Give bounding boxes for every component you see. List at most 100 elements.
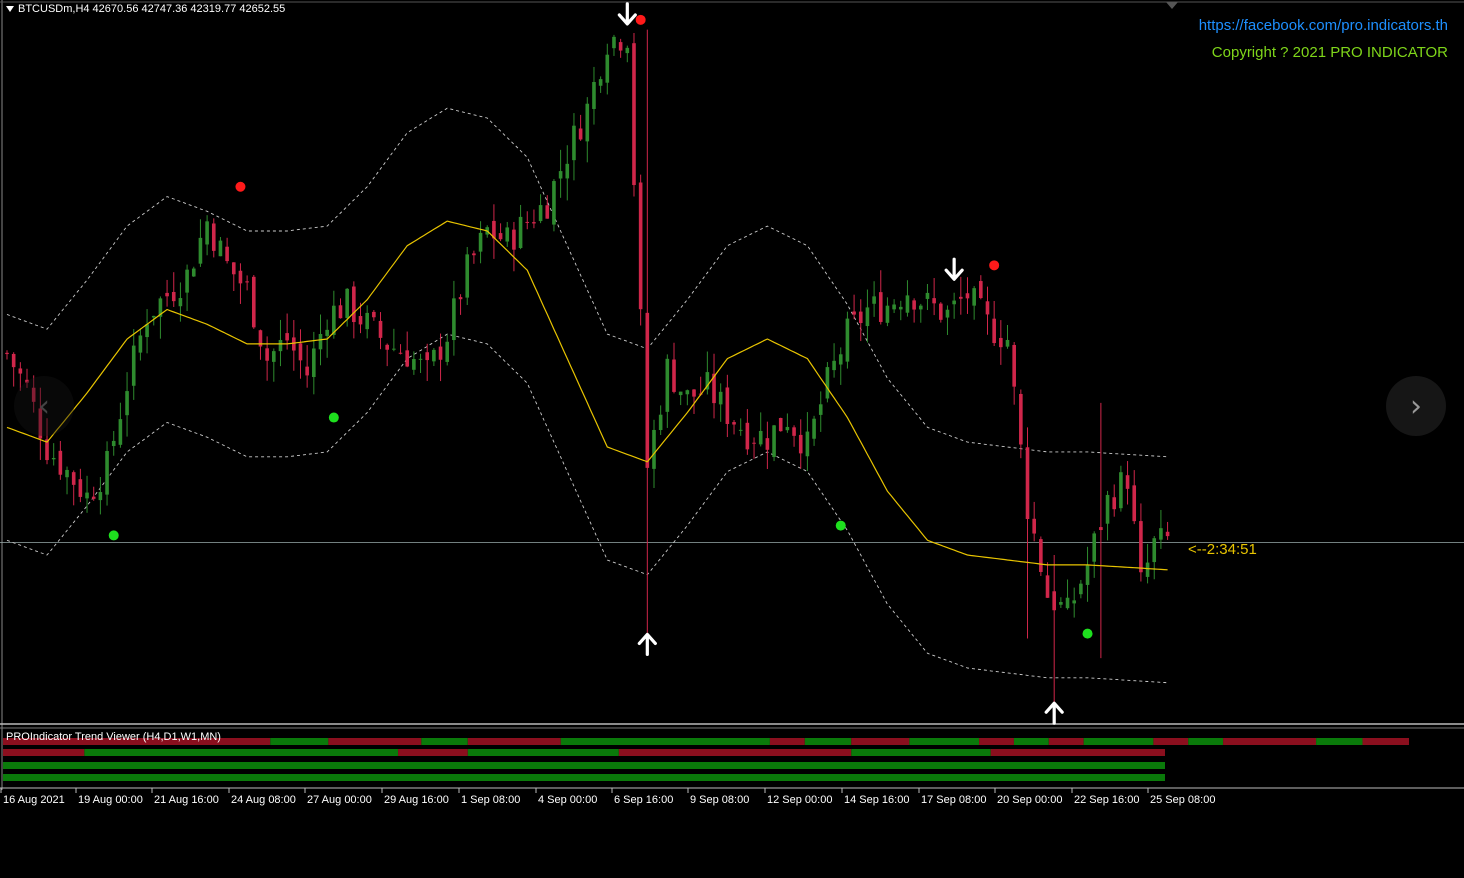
candle-body [198,237,203,264]
candle-body [405,350,409,367]
middle-trend-line [6,220,1168,571]
trend-viewer-segment-d1 [990,749,1165,756]
subwindow-title: PROIndicator Trend Viewer (H4,D1,W1,MN) [6,731,221,743]
sell-signal-dot [635,14,646,25]
trend-viewer-segment-h4 [979,738,1014,745]
sell-arrow-icon [944,257,964,281]
next-arrow-icon[interactable]: › [1386,376,1446,436]
candle-body [312,348,316,378]
candle-body [658,414,663,431]
candle-body [538,205,543,222]
candle-body [685,390,690,395]
candle-body [1012,344,1016,387]
candle-body [959,296,963,299]
candle-body [98,492,103,501]
candle-body [918,305,923,310]
buy-signal-dot [835,520,846,531]
candle-body [458,297,463,300]
candle-body [125,391,129,416]
facebook-link[interactable]: https://facebook.com/pro.indicators.th [1199,17,1448,34]
buy-arrow-icon [637,632,657,657]
candle-body [925,292,930,299]
candle-body [1139,521,1143,573]
candle-body [71,472,76,485]
candle-body [1132,485,1137,522]
sell-arrow-icon [617,2,637,26]
candle-body [592,82,596,109]
candle-body [939,303,943,320]
trend-viewer-segment-h4 [467,738,561,745]
previous-arrow-icon[interactable]: ‹ [14,376,74,436]
next-glyph: › [1410,388,1422,424]
candle-body [318,334,323,350]
candle-body [952,300,956,305]
candle-body [552,181,556,225]
candle-body [238,270,243,284]
candle-body [425,352,430,361]
candle-body [305,366,309,376]
candle-body [932,298,936,304]
trend-viewer-segment-h4 [560,738,770,745]
candle-body [345,288,349,318]
candle-body [338,305,343,319]
sell-signal-dot [989,260,1000,271]
candle-body [191,268,196,277]
candle-body [1099,527,1103,531]
candle-body [1019,393,1023,445]
trend-viewer-segment-w1 [3,762,1165,769]
candle-body [11,353,16,368]
candle-body [385,344,389,350]
buy-signal-dot [328,412,339,423]
symbol-header: BTCUSDm,H4 42670.56 42747.36 42319.77 42… [6,3,285,15]
candle-body [785,426,790,431]
candle-body [672,359,676,392]
trend-viewer-segment-h4 [1362,738,1410,745]
trend-viewer-segment-h4 [1153,738,1189,745]
candle-body [465,254,470,298]
candle-body [478,232,483,252]
candle-body [798,434,803,454]
candle-body [625,47,630,54]
candle-body [412,359,416,370]
candle-body [65,469,69,478]
candle-body [225,246,229,262]
trend-viewer-segment-h4 [804,738,852,745]
trend-viewer-segment-h4 [270,738,329,745]
trend-viewer-segment-d1 [84,749,399,756]
candle-body [1032,518,1036,534]
candle-body [245,281,249,283]
time-axis-label: 21 Aug 16:00 [154,794,219,806]
time-axis-label: 19 Aug 00:00 [78,794,143,806]
candle-body [732,422,736,425]
candle-body [151,315,156,318]
time-axis-label: 29 Aug 16:00 [384,794,449,806]
prev-glyph: ‹ [38,388,50,424]
candle-body [352,286,356,323]
time-axis-label: 6 Sep 16:00 [614,794,673,806]
time-axis-label: 9 Sep 08:00 [690,794,749,806]
candle-body [325,329,329,336]
candle-body [652,429,656,469]
candle-body [205,221,209,245]
candle-body [738,429,743,431]
trend-viewer-segment-h4 [1223,738,1317,745]
candle-body [678,391,683,396]
candle-body [765,438,770,450]
candle-body [912,300,916,310]
trend-viewer-segment-h4 [769,738,805,745]
candle-body [18,368,23,374]
dropdown-triangle-icon[interactable] [6,6,14,13]
candle-body [138,335,143,353]
candle-body [432,349,436,362]
time-axis-label: 1 Sep 08:00 [461,794,520,806]
candle-body [725,387,730,424]
trend-viewer-segment-h4 [328,738,422,745]
candle-body [211,223,216,251]
time-axis-label: 22 Sep 16:00 [1074,794,1139,806]
candle-body [532,222,536,224]
candle-body [578,128,583,140]
candle-body [1059,602,1063,605]
candle-body [718,391,723,405]
bar-countdown-timer: <--2:34:51 [1188,541,1257,558]
candle-body [285,333,289,341]
